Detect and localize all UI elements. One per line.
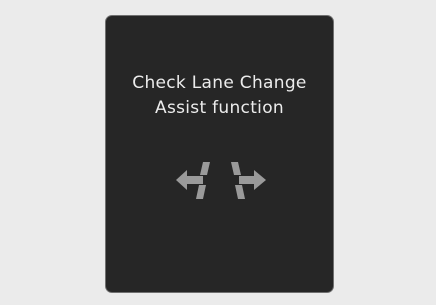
lane-change-assist-icon [176, 162, 266, 199]
message-line-1: Check Lane Change [132, 73, 307, 93]
left-arrow-head [176, 170, 187, 190]
right-arrow-shaft [239, 176, 255, 184]
left-lane-upper [200, 162, 210, 175]
right-arrow-head [254, 170, 266, 190]
right-lane-upper [231, 162, 241, 175]
left-arrow-shaft [186, 176, 203, 184]
warning-message: Check Lane Change Assist function [106, 71, 333, 121]
page-background: Check Lane Change Assist function [0, 0, 436, 305]
left-lane-lower [196, 185, 206, 199]
message-line-2: Assist function [155, 98, 284, 118]
right-lane-lower [235, 185, 245, 199]
warning-popup-panel: Check Lane Change Assist function [105, 15, 334, 293]
